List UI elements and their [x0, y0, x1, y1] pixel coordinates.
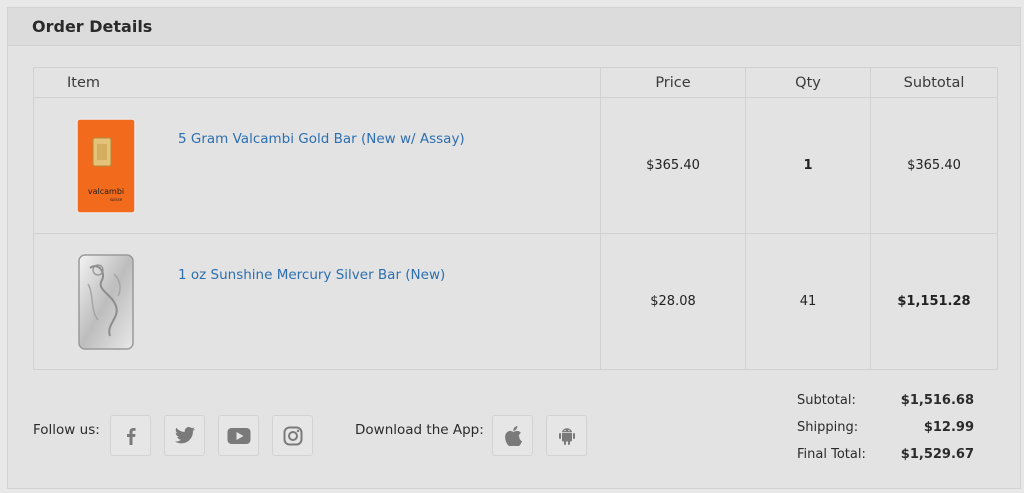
shipping-row: Shipping: $12.99 — [797, 414, 974, 441]
table-row: 1 oz Sunshine Mercury Silver Bar (New) $… — [33, 233, 998, 370]
final-total-label: Final Total: — [797, 447, 866, 462]
subtotal-label: Subtotal: — [797, 393, 856, 408]
twitter-icon — [174, 426, 195, 443]
final-total-value: $1,529.67 — [900, 447, 974, 462]
svg-text:suisse: suisse — [110, 197, 123, 202]
qty-cell: 41 — [745, 233, 871, 370]
order-table: Item Price Qty Subtotal valcambi suisse … — [33, 67, 998, 370]
header-price: Price — [600, 67, 746, 98]
shipping-label: Shipping: — [797, 420, 859, 435]
panel-header: Order Details — [8, 8, 1020, 46]
subtotal-value: $1,516.68 — [900, 393, 974, 408]
silver-bar-thumbnail[interactable] — [76, 254, 136, 350]
subtotal-cell: $365.40 — [870, 97, 998, 234]
facebook-icon — [126, 427, 136, 445]
product-link[interactable]: 1 oz Sunshine Mercury Silver Bar (New) — [178, 267, 445, 283]
subtotal-row: Subtotal: $1,516.68 — [797, 387, 974, 414]
product-link[interactable]: 5 Gram Valcambi Gold Bar (New w/ Assay) — [178, 131, 465, 147]
apple-app-button[interactable] — [492, 415, 533, 456]
price-cell: $28.08 — [600, 233, 746, 370]
order-totals: Subtotal: $1,516.68 Shipping: $12.99 Fin… — [797, 387, 974, 468]
price-cell: $365.40 — [600, 97, 746, 234]
android-app-button[interactable] — [546, 415, 587, 456]
youtube-button[interactable] — [218, 415, 259, 456]
instagram-icon — [283, 426, 302, 445]
android-icon — [558, 427, 575, 445]
download-app-label: Download the App: — [355, 422, 484, 438]
header-subtotal: Subtotal — [870, 67, 998, 98]
youtube-icon — [227, 427, 250, 444]
qty-cell: 1 — [745, 97, 871, 234]
header-qty: Qty — [745, 67, 871, 98]
shipping-value: $12.99 — [923, 420, 974, 435]
final-total-row: Final Total: $1,529.67 — [797, 441, 974, 468]
instagram-button[interactable] — [272, 415, 313, 456]
panel-title: Order Details — [32, 17, 153, 36]
order-details-panel: Order Details Item Price Qty Subtotal va… — [7, 7, 1021, 489]
twitter-button[interactable] — [164, 415, 205, 456]
svg-text:valcambi: valcambi — [88, 187, 124, 196]
follow-us-label: Follow us: — [33, 422, 100, 438]
item-cell: 1 oz Sunshine Mercury Silver Bar (New) — [33, 233, 601, 370]
table-header-row: Item Price Qty Subtotal — [33, 67, 998, 98]
facebook-button[interactable] — [110, 415, 151, 456]
apple-icon — [504, 425, 522, 446]
item-cell: valcambi suisse 5 Gram Valcambi Gold Bar… — [33, 97, 601, 234]
table-row: valcambi suisse 5 Gram Valcambi Gold Bar… — [33, 97, 998, 234]
subtotal-cell: $1,151.28 — [870, 233, 998, 370]
gold-bar-thumbnail[interactable]: valcambi suisse — [76, 118, 136, 214]
header-item: Item — [33, 67, 601, 98]
